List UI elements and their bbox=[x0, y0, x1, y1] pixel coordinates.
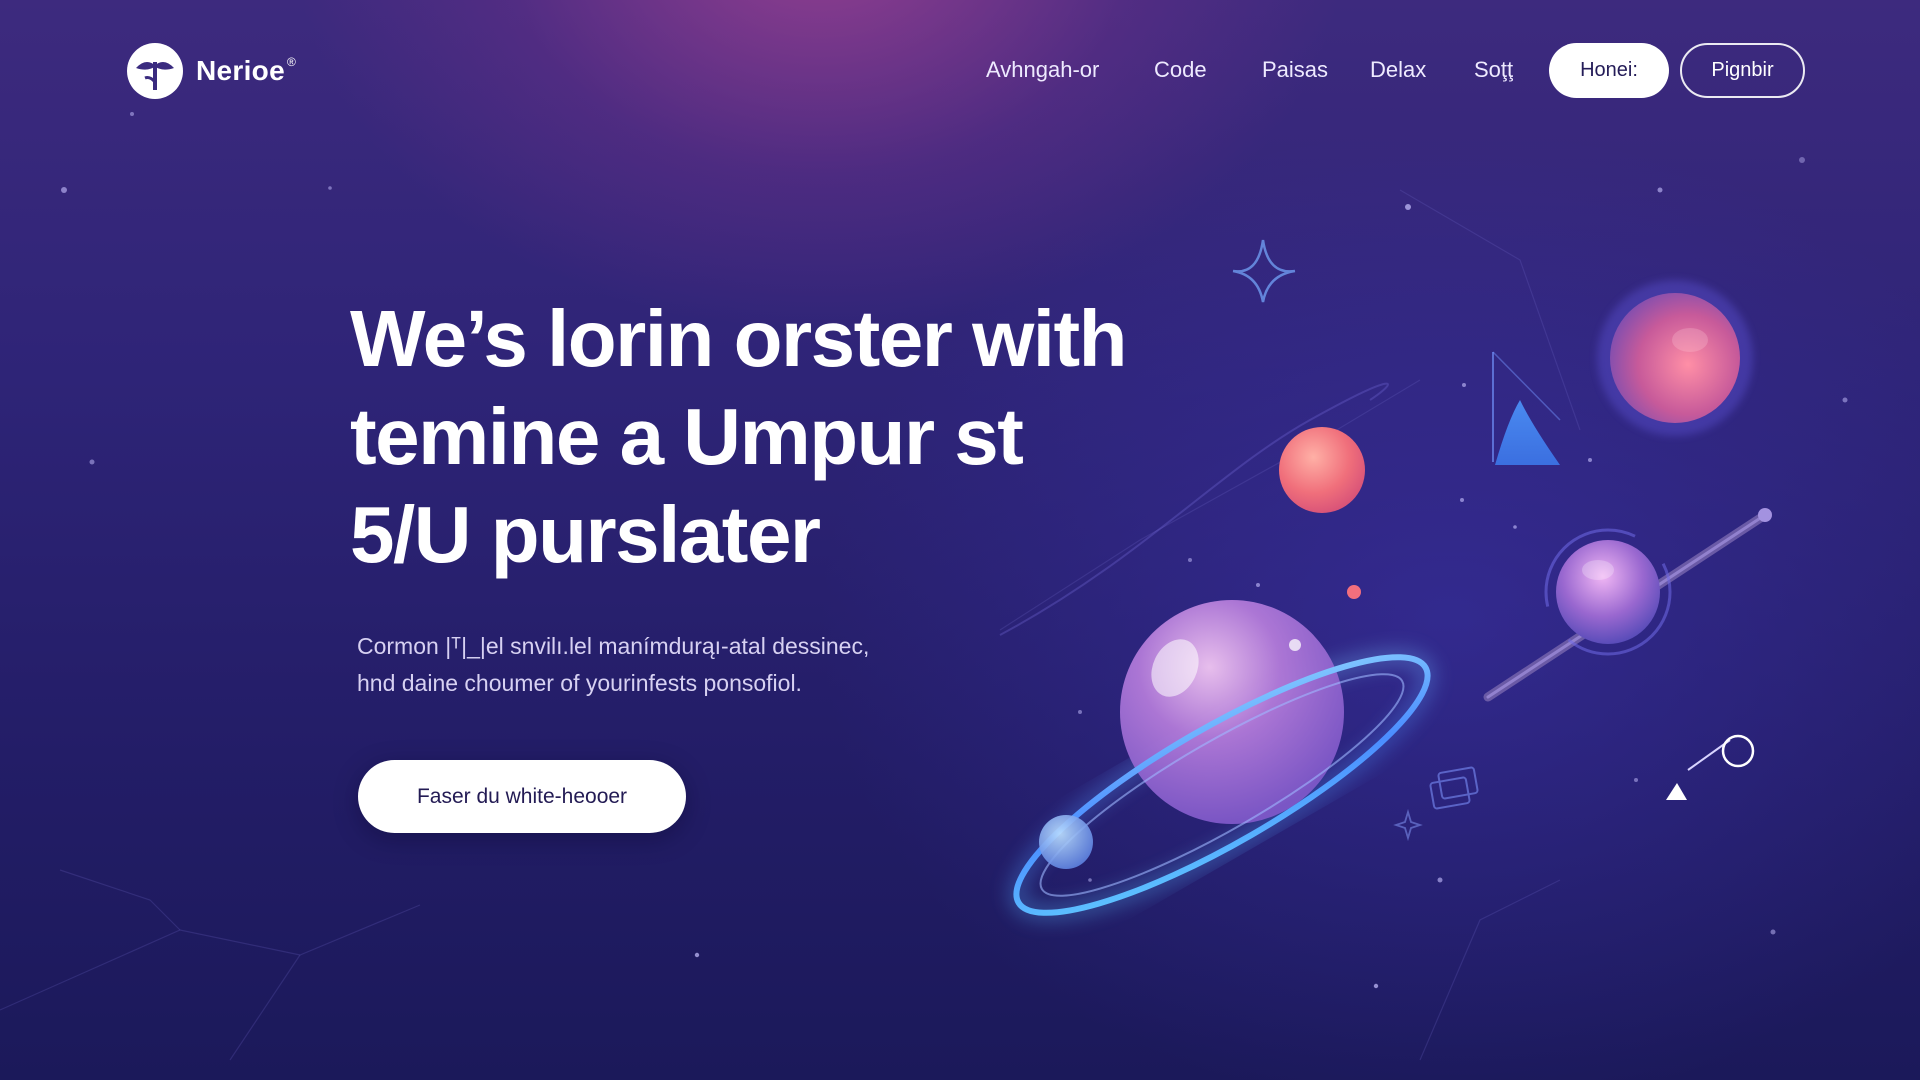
ringed-planet-icon bbox=[1011, 600, 1433, 918]
nav-item-code[interactable]: Code bbox=[1154, 52, 1262, 88]
nav-item-1[interactable]: Avhngah-or bbox=[986, 52, 1154, 88]
leaf-split-logo-icon bbox=[127, 43, 183, 99]
brand-logo[interactable]: Nerioe ® bbox=[126, 42, 296, 100]
triangle-card-icon bbox=[1492, 351, 1561, 465]
hero-title: We’s lorin orster with temine a Umpur st… bbox=[350, 290, 1170, 584]
telescope-icon bbox=[1483, 508, 1772, 702]
small-planet-icon bbox=[1544, 528, 1672, 656]
hero-cta-button[interactable]: Faser du white-heooer bbox=[358, 760, 686, 833]
hero-subtitle: Cormon |ᵀ|_|el snvilı.lel manímdurąı-ata… bbox=[357, 628, 977, 702]
header-outline-button[interactable]: Pignbir bbox=[1680, 43, 1805, 98]
sparkle-star-icon bbox=[1232, 239, 1296, 303]
pink-planet-icon bbox=[1279, 427, 1365, 599]
hero-title-line-1: We’s lorin orster with bbox=[350, 294, 1128, 383]
pointer-arrow-icon bbox=[1666, 734, 1755, 800]
hero-title-line-3: 5/U purslater bbox=[350, 490, 821, 579]
pink-orb-icon bbox=[1597, 280, 1753, 436]
nav-item-3[interactable]: Paisas bbox=[1262, 52, 1370, 88]
nav-item-5[interactable]: Soţţ bbox=[1474, 52, 1549, 88]
stacked-cards-icon bbox=[1429, 766, 1479, 810]
main-nav: Avhngah-or Code Paisas Delax Soţţ bbox=[986, 52, 1549, 88]
brand-name: Nerioe ® bbox=[196, 55, 297, 86]
site-header: Nerioe ® Avhngah-or Code Paisas Delax Soţ… bbox=[0, 0, 1920, 140]
hero-subtitle-line-1: Cormon |ᵀ|_|el snvilı.lel manímdurąı-ata… bbox=[357, 633, 870, 659]
landing-page: Nerioe ® Avhngah-or Code Paisas Delax Soţ… bbox=[0, 0, 1920, 1080]
hero-title-line-2: temine a Umpur st bbox=[350, 392, 1024, 481]
header-primary-button[interactable]: Honei: bbox=[1549, 43, 1669, 98]
hero-subtitle-line-2: hnd daine choumer of yourinfests ponsofi… bbox=[357, 670, 802, 696]
nav-item-4[interactable]: Delax bbox=[1370, 52, 1474, 88]
